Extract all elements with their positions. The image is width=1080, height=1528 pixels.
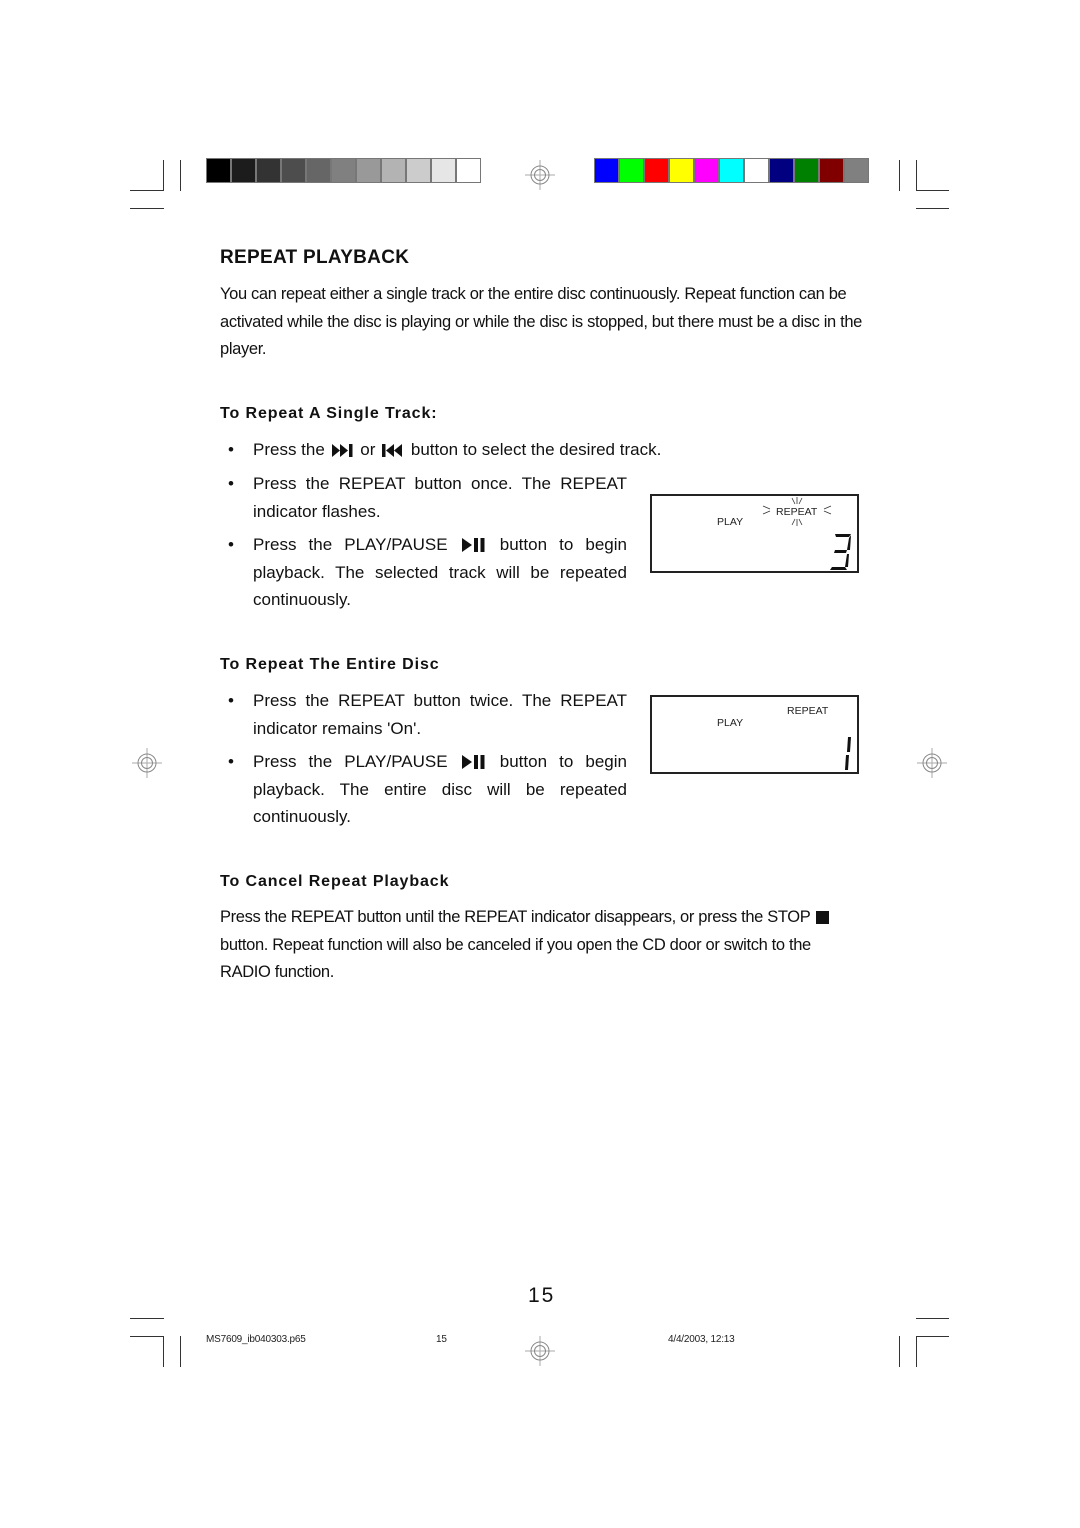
intro-paragraph: You can repeat either a single track or … <box>220 285 862 358</box>
grayscale-swatch <box>356 158 381 183</box>
bullet-dot: • <box>228 752 234 771</box>
cancel-paragraph: Press the REPEAT button until the REPEAT… <box>220 904 865 987</box>
grayscale-swatch <box>406 158 431 183</box>
grayscale-swatch <box>381 158 406 183</box>
footer-filename: MS7609_ib040303.p65 <box>206 1334 306 1345</box>
entire-disc-heading: To Repeat The Entire Disc <box>220 656 440 673</box>
bullet-dot: • <box>228 440 234 459</box>
registration-crosshair-icon <box>132 748 162 778</box>
lcd-display-entire-disc: PLAY REPEAT 1 <box>650 695 859 774</box>
color-swatch <box>669 158 694 183</box>
lcd-repeat-indicator: REPEAT <box>787 705 829 717</box>
skip-forward-icon <box>331 444 353 457</box>
flash-rays-icon <box>762 497 832 526</box>
cancel-heading: To Cancel Repeat Playback <box>220 873 450 890</box>
lcd-digit <box>830 534 851 570</box>
grayscale-swatch <box>431 158 456 183</box>
registration-crosshair-icon <box>525 1336 555 1366</box>
color-swatch <box>619 158 644 183</box>
color-swatch <box>719 158 744 183</box>
lcd-display-single-track: PLAY REPEAT 3 <box>650 494 859 573</box>
color-swatch <box>819 158 844 183</box>
color-swatch <box>694 158 719 183</box>
play-pause-icon <box>461 755 485 769</box>
grayscale-swatch <box>331 158 356 183</box>
color-swatch <box>844 158 869 183</box>
grayscale-swatch <box>206 158 231 183</box>
footer-page: 15 <box>436 1334 447 1345</box>
color-swatch <box>594 158 619 183</box>
play-pause-icon <box>461 538 485 552</box>
skip-back-icon <box>382 444 403 457</box>
registration-crosshair-icon <box>917 748 947 778</box>
page-number: 15 <box>528 1284 556 1307</box>
lcd-digit <box>845 737 851 770</box>
grayscale-swatch <box>281 158 306 183</box>
grayscale-swatch <box>231 158 256 183</box>
grayscale-swatch <box>456 158 481 183</box>
bullet-dot: • <box>228 535 234 554</box>
color-calibration-bar <box>594 158 869 183</box>
grayscale-swatch <box>256 158 281 183</box>
color-swatch <box>769 158 794 183</box>
single-track-heading: To Repeat A Single Track: <box>220 405 438 422</box>
bullet-dot: • <box>228 691 234 710</box>
color-swatch <box>644 158 669 183</box>
stop-icon <box>816 911 830 924</box>
color-swatch <box>744 158 769 183</box>
footer-datetime: 4/4/2003, 12:13 <box>668 1334 735 1345</box>
bullet-dot: • <box>228 474 234 493</box>
registration-crosshair-icon <box>525 160 555 190</box>
grayscale-swatch <box>306 158 331 183</box>
lcd-play-indicator: PLAY <box>717 516 744 528</box>
page-title: REPEAT PLAYBACK <box>220 247 410 268</box>
lcd-play-indicator: PLAY <box>717 717 744 729</box>
color-swatch <box>794 158 819 183</box>
grayscale-calibration-bar <box>206 158 481 183</box>
